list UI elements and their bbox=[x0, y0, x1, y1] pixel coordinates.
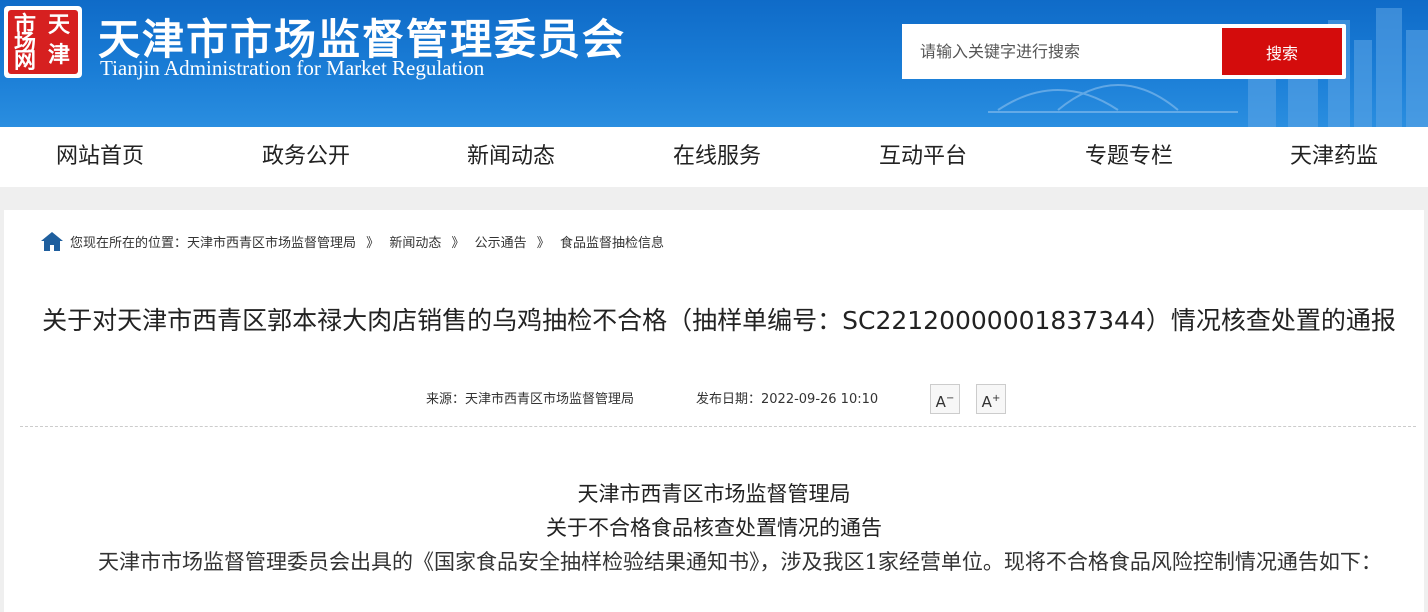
site-header: 天 津 市 场 网 天津市市场监督管理委员会 Tianjin Administr… bbox=[0, 0, 1428, 127]
document-body-paragraph: 天津市市场监督管理委员会出具的《国家食品安全抽样检验结果通知书》，涉及我区1家经… bbox=[98, 550, 1382, 574]
breadcrumb-prefix: 您现在所在的位置： bbox=[70, 236, 188, 251]
article-title: 关于对天津市西青区郭本禄大肉店销售的乌鸡抽检不合格（抽样单编号：SC221200… bbox=[42, 306, 1396, 335]
nav-item-interaction[interactable]: 互动平台 bbox=[879, 127, 967, 187]
nav-item-news[interactable]: 新闻动态 bbox=[467, 127, 555, 187]
plus-icon: + bbox=[991, 393, 1001, 404]
font-decrease-button[interactable]: A− bbox=[930, 384, 960, 414]
breadcrumb-separator: 》 bbox=[536, 236, 550, 251]
font-decrease-letter: A bbox=[935, 393, 946, 411]
divider bbox=[20, 426, 1416, 427]
site-subtitle: Tianjin Administration for Market Regula… bbox=[100, 56, 485, 80]
font-increase-letter: A bbox=[981, 393, 992, 411]
logo-char: 网 bbox=[14, 48, 37, 74]
nav-item-online-services[interactable]: 在线服务 bbox=[673, 127, 761, 187]
breadcrumb-link[interactable]: 新闻动态 bbox=[389, 236, 441, 251]
font-increase-button[interactable]: A+ bbox=[976, 384, 1006, 414]
site-logo-seal[interactable]: 天 津 市 场 网 bbox=[4, 6, 82, 78]
nav-item-government-affairs[interactable]: 政务公开 bbox=[262, 127, 350, 187]
logo-char: 津 bbox=[48, 42, 71, 68]
minus-icon: − bbox=[945, 393, 955, 404]
document-heading-title: 关于不合格食品核查处置情况的通告 bbox=[546, 516, 882, 540]
breadcrumb-link[interactable]: 公示通告 bbox=[475, 236, 527, 251]
search-input[interactable] bbox=[902, 24, 1220, 79]
nav-item-home[interactable]: 网站首页 bbox=[56, 127, 144, 187]
document-heading-issuer: 天津市西青区市场监督管理局 bbox=[577, 482, 851, 506]
main-nav: 网站首页 政务公开 新闻动态 在线服务 互动平台 专题专栏 天津药监 bbox=[0, 127, 1428, 187]
breadcrumb-link[interactable]: 食品监督抽检信息 bbox=[560, 236, 664, 251]
breadcrumb-link[interactable]: 天津市西青区市场监督管理局 bbox=[187, 236, 356, 251]
nav-item-drug-regulation[interactable]: 天津药监 bbox=[1290, 127, 1378, 187]
article-panel: 您现在所在的位置：天津市西青区市场监督管理局 》 新闻动态 》 公示通告 》 食… bbox=[4, 210, 1424, 612]
nav-item-special-topics[interactable]: 专题专栏 bbox=[1085, 127, 1173, 187]
logo-char: 天 bbox=[48, 12, 71, 38]
article-source: 来源：天津市西青区市场监督管理局 bbox=[426, 392, 635, 407]
search-box: 搜索 bbox=[902, 24, 1346, 79]
search-button[interactable]: 搜索 bbox=[1222, 28, 1342, 75]
article-date: 发布日期：2022-09-26 10:10 bbox=[696, 392, 879, 407]
breadcrumb-separator: 》 bbox=[451, 236, 465, 251]
breadcrumb-separator: 》 bbox=[366, 236, 380, 251]
home-icon[interactable] bbox=[40, 230, 64, 252]
